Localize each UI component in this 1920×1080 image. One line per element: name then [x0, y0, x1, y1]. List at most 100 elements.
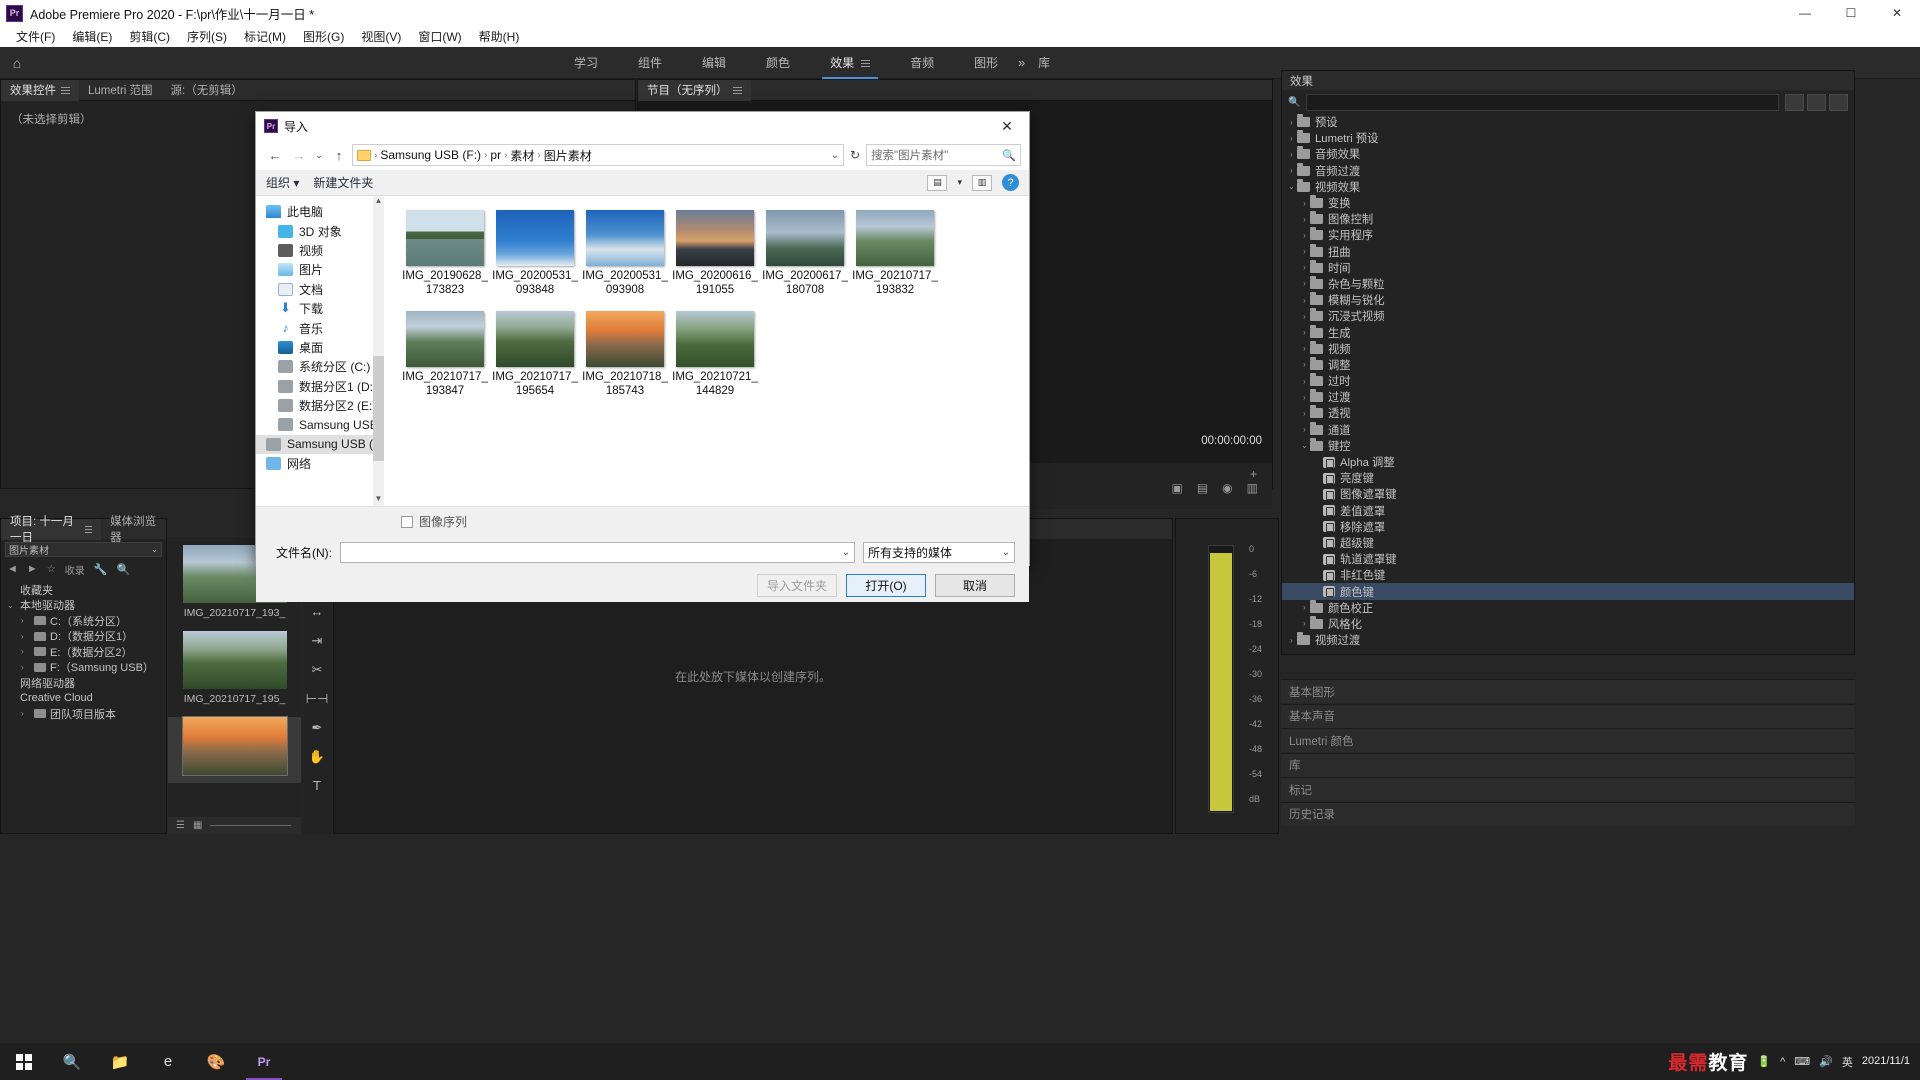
chevron-right-icon[interactable]: ›: [1299, 312, 1310, 321]
premiere-icon[interactable]: Pr: [240, 1043, 288, 1080]
chevron-down-icon[interactable]: ⌄: [831, 150, 839, 161]
project-tree-item-5[interactable]: › F:（Samsung USB）: [1, 660, 166, 676]
file-item-5[interactable]: IMG_20210717_ 193832: [850, 210, 940, 297]
filetype-select[interactable]: 所有支持的媒体 ⌄: [863, 541, 1015, 563]
menu-item-6[interactable]: 视图(V): [353, 26, 409, 47]
dialog-sidebar-item-0[interactable]: 此电脑: [256, 202, 384, 221]
effect-tree-item-22[interactable]: 亮度键: [1282, 470, 1854, 486]
paint-icon[interactable]: 🎨: [192, 1043, 240, 1080]
effect-tree-item-11[interactable]: › 模糊与锐化: [1282, 292, 1854, 308]
chevron-right-icon[interactable]: ›: [1286, 134, 1297, 143]
chevron-right-icon[interactable]: ›: [21, 632, 30, 641]
file-item-9[interactable]: IMG_20210721_ 144829: [670, 311, 760, 398]
organize-button[interactable]: 组织 ▾: [266, 174, 299, 191]
dialog-sidebar-item-8[interactable]: 系统分区 (C:): [256, 357, 384, 376]
button-editor-icon[interactable]: +: [1250, 467, 1257, 481]
effect-tree-item-18[interactable]: › 透视: [1282, 405, 1854, 421]
32bit-filter-icon[interactable]: [1807, 93, 1826, 111]
nav-recent-locations-button[interactable]: ⌄: [312, 144, 326, 166]
effects-search-input[interactable]: [1306, 93, 1779, 111]
wrench-icon[interactable]: 🔧: [94, 563, 108, 576]
search-icon[interactable]: 🔍: [116, 563, 130, 576]
workspace-tab-5[interactable]: 音频: [890, 48, 954, 77]
dialog-sidebar-item-11[interactable]: Samsung USB: [256, 415, 384, 434]
dialog-sidebar-item-13[interactable]: 网络: [256, 454, 384, 473]
effect-tree-item-20[interactable]: ⌄ 键控: [1282, 437, 1854, 454]
breadcrumb-item-2[interactable]: 素材: [510, 147, 534, 164]
clock[interactable]: 2021/11/1: [1862, 1055, 1910, 1068]
project-tree-item-6[interactable]: 网络驱动器: [1, 675, 166, 691]
effect-tree-item-15[interactable]: › 调整: [1282, 356, 1854, 373]
chevron-right-icon[interactable]: ›: [1299, 425, 1310, 434]
dialog-sidebar-item-4[interactable]: 文档: [256, 280, 384, 299]
hand-tool[interactable]: ✋: [302, 742, 332, 771]
effect-tree-item-7[interactable]: › 实用程序: [1282, 227, 1854, 243]
effect-tree-item-23[interactable]: 图像遮罩键: [1282, 486, 1854, 502]
panel-menu-icon[interactable]: [61, 86, 70, 94]
chevron-right-icon[interactable]: ›: [1286, 166, 1297, 175]
effect-tree-item-26[interactable]: 超级键: [1282, 535, 1854, 551]
effect-tree-item-27[interactable]: 轨道遮罩键: [1282, 551, 1854, 567]
chevron-right-icon[interactable]: ›: [1299, 619, 1310, 628]
effect-tree-item-0[interactable]: › 预设: [1282, 114, 1854, 130]
stacked-panel-5[interactable]: 历史记录: [1281, 801, 1855, 826]
dialog-sidebar-item-6[interactable]: ♪ 音乐: [256, 318, 384, 337]
workspace-tab-6[interactable]: 图形: [954, 48, 1018, 77]
stacked-panel-4[interactable]: 标记: [1281, 777, 1855, 801]
file-item-1[interactable]: IMG_20200531_ 093848: [490, 210, 580, 297]
effect-tree-item-8[interactable]: › 扭曲: [1282, 243, 1854, 260]
effect-tree-item-9[interactable]: › 时间: [1282, 259, 1854, 276]
breadcrumb-item-0[interactable]: Samsung USB (F:): [380, 148, 481, 162]
start-button[interactable]: [0, 1043, 48, 1080]
panel-menu-icon[interactable]: [732, 86, 742, 94]
export-frame-icon[interactable]: ▣: [1171, 481, 1182, 495]
stacked-panel-3[interactable]: 库: [1281, 752, 1855, 777]
chevron-down-icon[interactable]: ⌄: [7, 601, 16, 610]
file-item-0[interactable]: IMG_20190628_ 173823: [400, 210, 490, 297]
dialog-sidebar-item-5[interactable]: ⬇ 下载: [256, 299, 384, 318]
chevron-down-icon[interactable]: ⌄: [1299, 441, 1310, 450]
preview-pane-icon[interactable]: ▥: [972, 174, 992, 191]
workspace-tab-0[interactable]: 学习: [554, 48, 618, 77]
effect-tree-item-31[interactable]: › 风格化: [1282, 615, 1854, 632]
chevron-right-icon[interactable]: ›: [1299, 344, 1310, 353]
chevron-right-icon[interactable]: ›: [1299, 215, 1310, 224]
file-item-3[interactable]: IMG_20200616_ 191055: [670, 210, 760, 297]
workspace-tab-1[interactable]: 组件: [618, 48, 682, 77]
dialog-sidebar-item-1[interactable]: 3D 对象: [256, 221, 384, 240]
chevron-right-icon[interactable]: ›: [21, 647, 30, 656]
razor-tool[interactable]: ✂: [302, 655, 332, 684]
filename-input[interactable]: ⌄: [340, 541, 855, 563]
chevron-right-icon[interactable]: ›: [21, 709, 30, 718]
chevron-down-icon[interactable]: ⌄: [842, 547, 850, 558]
effect-tree-item-16[interactable]: › 过时: [1282, 373, 1854, 389]
effect-tree-item-1[interactable]: › Lumetri 预设: [1282, 130, 1854, 146]
project-tree-item-0[interactable]: 收藏夹: [1, 582, 166, 598]
chevron-right-icon[interactable]: ›: [1299, 296, 1310, 305]
comparison-view-icon[interactable]: ▤: [1197, 481, 1208, 495]
workspace-overflow-button[interactable]: »: [1018, 55, 1025, 70]
project-panel-tab-0[interactable]: 项目: 十一月一日: [1, 516, 102, 544]
battery-icon[interactable]: 🔋: [1757, 1055, 1771, 1068]
file-item-6[interactable]: IMG_20210717_ 193847: [400, 311, 490, 398]
effect-tree-item-28[interactable]: 非红色键: [1282, 567, 1854, 583]
effect-tree-item-24[interactable]: 差值遮罩: [1282, 503, 1854, 519]
file-explorer-icon[interactable]: 📁: [96, 1043, 144, 1080]
chevron-right-icon[interactable]: ›: [1299, 328, 1310, 337]
chevron-right-icon[interactable]: ›: [21, 616, 30, 625]
chevron-right-icon[interactable]: ›: [1299, 603, 1310, 612]
dialog-sidebar-item-9[interactable]: 数据分区1 (D:): [256, 377, 384, 396]
nav-back-button[interactable]: ←: [264, 144, 286, 166]
nav-forward-button[interactable]: →: [288, 144, 310, 166]
menu-item-4[interactable]: 标记(M): [236, 26, 294, 47]
edge-icon[interactable]: e: [144, 1043, 192, 1080]
help-icon[interactable]: ?: [1002, 174, 1019, 191]
home-icon[interactable]: ⌂: [0, 55, 34, 71]
chevron-right-icon[interactable]: ›: [1299, 360, 1310, 369]
type-tool[interactable]: T: [302, 771, 332, 800]
chevron-right-icon[interactable]: ›: [1299, 393, 1310, 402]
chevron-right-icon[interactable]: ›: [1286, 636, 1297, 645]
project-tree-item-1[interactable]: ⌄ 本地驱动器: [1, 598, 166, 614]
file-search-input[interactable]: 搜索"图片素材" 🔍: [866, 144, 1021, 166]
effect-tree-item-21[interactable]: Alpha 调整: [1282, 454, 1854, 470]
